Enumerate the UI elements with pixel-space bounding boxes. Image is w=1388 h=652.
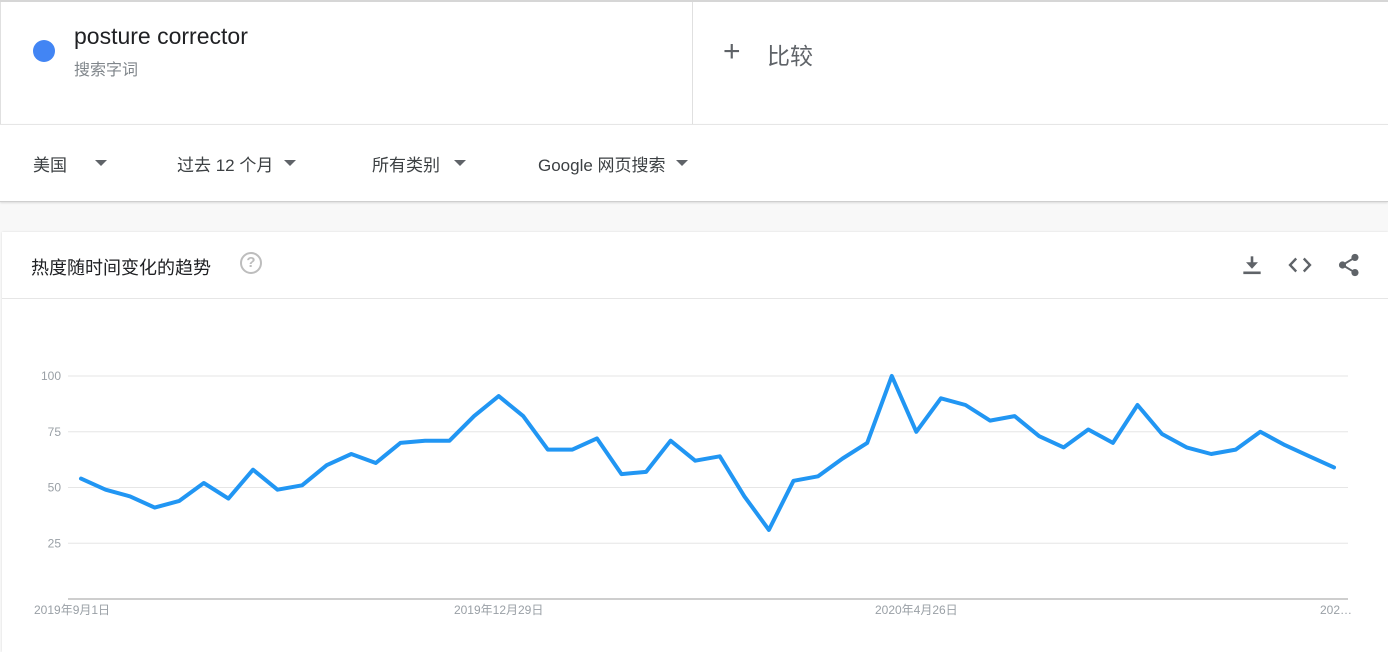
data-point[interactable]	[321, 459, 333, 471]
category-filter[interactable]: 所有类别	[372, 151, 466, 175]
compare-button[interactable]: + 比较	[693, 2, 1388, 124]
data-point[interactable]	[517, 410, 529, 422]
data-point[interactable]	[272, 484, 284, 496]
time-range-filter[interactable]: 过去 12 个月	[177, 151, 297, 175]
search-type-filter[interactable]: Google 网页搜索	[538, 151, 688, 175]
y-tick-label: 100	[41, 369, 61, 383]
data-point[interactable]	[394, 437, 406, 449]
data-point[interactable]	[837, 453, 849, 465]
data-point[interactable]	[959, 399, 971, 411]
chevron-down-icon	[284, 160, 297, 166]
data-point[interactable]	[886, 370, 898, 382]
data-point[interactable]	[738, 490, 750, 502]
data-point[interactable]	[296, 479, 308, 491]
data-point[interactable]	[468, 410, 480, 422]
data-point[interactable]	[1181, 441, 1193, 453]
data-point[interactable]	[1107, 437, 1119, 449]
data-point[interactable]	[935, 392, 947, 404]
x-tick-label: 2019年12月29日	[454, 603, 543, 617]
data-point[interactable]	[616, 468, 628, 480]
search-term-type: 搜索字词	[74, 62, 139, 79]
interest-line-chart: 25 50 75 100 2019年9月1日 2019年12月29日 2020年4月26日 2…	[34, 369, 1352, 617]
data-point[interactable]	[1131, 399, 1143, 411]
y-tick-label: 25	[48, 536, 62, 550]
data-point[interactable]	[444, 435, 456, 447]
chevron-down-icon	[95, 160, 107, 166]
data-point[interactable]	[370, 457, 382, 469]
series-layer	[75, 370, 1340, 536]
data-point[interactable]	[1279, 439, 1291, 451]
data-point[interactable]	[124, 490, 136, 502]
region-filter-label: 美国	[33, 155, 67, 175]
data-point[interactable]	[763, 524, 775, 536]
y-tick-label: 50	[48, 481, 62, 495]
series-color-dot	[33, 40, 55, 62]
data-point[interactable]	[100, 484, 112, 496]
data-point[interactable]	[419, 435, 431, 447]
x-tick-label: 202…	[1320, 603, 1352, 617]
search-term-card[interactable]: posture corrector 搜索字词	[0, 2, 693, 124]
data-point[interactable]	[1328, 461, 1340, 473]
chevron-down-icon	[454, 160, 466, 166]
data-point[interactable]	[542, 444, 554, 456]
data-point[interactable]	[689, 455, 701, 467]
data-point[interactable]	[640, 466, 652, 478]
data-point[interactable]	[222, 493, 234, 505]
category-filter-label: 所有类别	[372, 155, 440, 175]
data-point[interactable]	[1254, 426, 1266, 438]
data-point[interactable]	[1205, 448, 1217, 460]
data-point[interactable]	[566, 444, 578, 456]
data-point[interactable]	[1058, 441, 1070, 453]
data-point[interactable]	[665, 435, 677, 447]
search-term-bar: posture corrector 搜索字词 + 比较	[0, 0, 1388, 124]
time-range-filter-label: 过去 12 个月	[177, 155, 274, 175]
data-point[interactable]	[1156, 428, 1168, 440]
data-point[interactable]	[861, 437, 873, 449]
data-point[interactable]	[75, 473, 87, 485]
data-point[interactable]	[493, 390, 505, 402]
filter-bar: 美国 过去 12 个月 所有类别 Google 网页搜索	[0, 124, 1388, 202]
search-term-name[interactable]: posture corrector	[74, 23, 248, 50]
data-point[interactable]	[812, 470, 824, 482]
data-point[interactable]	[247, 464, 259, 476]
chevron-down-icon	[675, 160, 688, 166]
data-point[interactable]	[1303, 450, 1315, 462]
data-point[interactable]	[984, 415, 996, 427]
data-point[interactable]	[173, 495, 185, 507]
data-point[interactable]	[591, 432, 603, 444]
data-point[interactable]	[1009, 410, 1021, 422]
data-point[interactable]	[345, 448, 357, 460]
series-line	[79, 374, 1336, 532]
data-point[interactable]	[714, 450, 726, 462]
data-point[interactable]	[1082, 424, 1094, 436]
interest-over-time-card: 热度随时间变化的趋势 ? 25 50 75 100 2019年9月1日 2019年12月2…	[2, 232, 1388, 652]
plus-icon: +	[723, 35, 741, 68]
x-tick-label: 2020年4月26日	[875, 603, 958, 617]
data-point[interactable]	[1230, 444, 1242, 456]
search-type-filter-label: Google 网页搜索	[538, 155, 666, 175]
data-point[interactable]	[198, 477, 210, 489]
data-point[interactable]	[910, 426, 922, 438]
region-filter[interactable]: 美国	[33, 151, 107, 175]
x-tick-label: 2019年9月1日	[34, 603, 110, 617]
y-tick-label: 75	[48, 425, 62, 439]
compare-label: 比较	[767, 43, 813, 69]
data-point[interactable]	[787, 475, 799, 487]
trends-page: posture corrector 搜索字词 + 比较 美国 过去 12 个月 …	[0, 0, 1388, 652]
data-point[interactable]	[149, 502, 161, 514]
data-point[interactable]	[1033, 430, 1045, 442]
